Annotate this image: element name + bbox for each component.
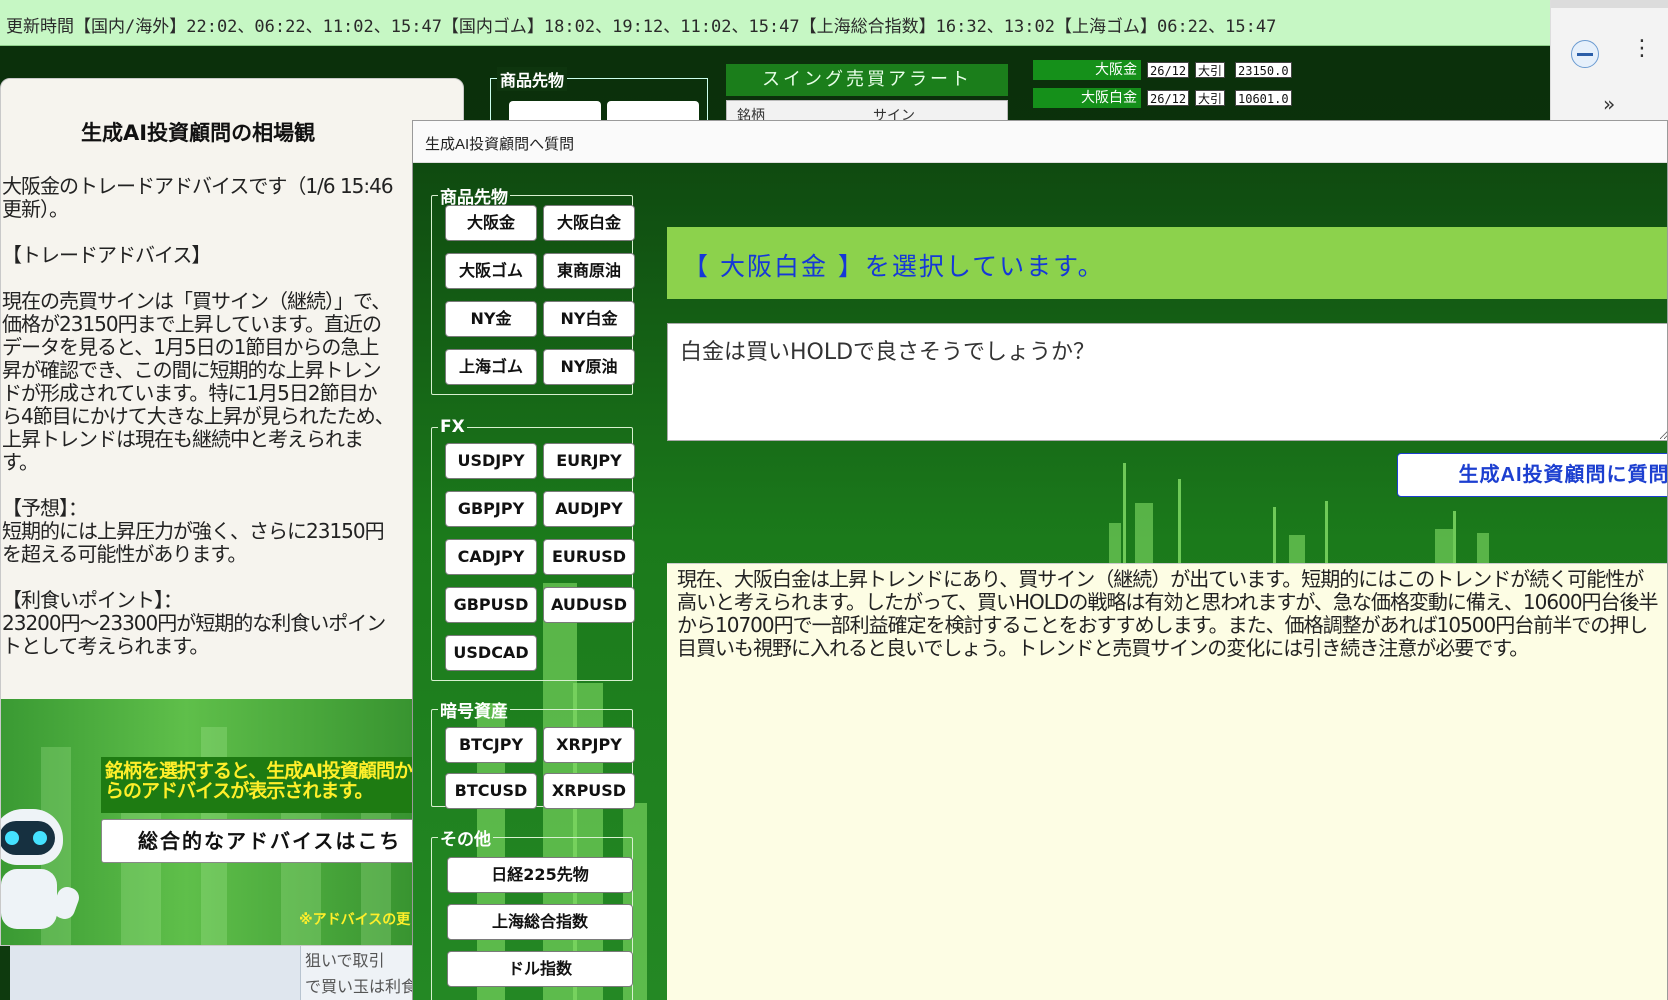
selected-symbol-text: 【 大阪白金 】を選択しています。 (683, 252, 1105, 281)
dollar-index-button[interactable]: ドル指数 (447, 951, 633, 987)
extension-icon[interactable] (1571, 40, 1599, 68)
eurjpy-button[interactable]: EURJPY (543, 443, 635, 479)
browser-extension-strip: ⋮ » (1550, 0, 1668, 122)
shanghai-rubber-button[interactable]: 上海ゴム (445, 349, 537, 385)
cadjpy-button[interactable]: CADJPY (445, 539, 537, 575)
price-kind: 大引 (1195, 62, 1226, 78)
price-month: 26/12 (1147, 62, 1190, 78)
market-view-body: 大阪金のトレードアドバイスです（1/6 15:46更新）。 【トレードアドバイス… (2, 174, 395, 658)
osaka-gold-button[interactable]: 大阪金 (445, 205, 537, 241)
update-time-ticker: 更新時間【国内/海外】22:02、06:22、11:02、15:47【国内ゴム】… (0, 0, 1550, 46)
robot-mascot-icon (1, 809, 89, 945)
more-menu-icon[interactable]: ⋮ (1631, 38, 1653, 60)
crypto-legend: 暗号資産 (440, 702, 508, 722)
usdcad-button[interactable]: USDCAD (445, 635, 537, 671)
bg-commodities-legend: 商品先物 (497, 67, 568, 91)
audjpy-button[interactable]: AUDJPY (543, 491, 635, 527)
expand-chevron-icon[interactable]: » (1603, 92, 1615, 116)
background-panel: 狙いで取引 で買い玉は利食い (10, 946, 430, 1000)
market-view-window: 生成AI投資顧問の相場観 大阪金のトレードアドバイスです（1/6 15:46更新… (0, 78, 464, 946)
ask-ai-advisor-button[interactable]: 生成AI投資顧問に質問 (1397, 453, 1667, 497)
xrpjpy-button[interactable]: XRPJPY (543, 727, 635, 763)
xrpusd-button[interactable]: XRPUSD (543, 773, 635, 809)
overall-advice-button[interactable]: 総合的なアドバイスはこち (101, 819, 463, 863)
price-name: 大阪金 (1033, 60, 1141, 80)
selected-symbol-banner: 【 大阪白金 】を選択しています。 (667, 227, 1667, 299)
tocom-crude-button[interactable]: 東商原油 (543, 253, 635, 289)
price-kind: 大引 (1195, 90, 1226, 106)
osaka-platinum-button[interactable]: 大阪白金 (543, 205, 635, 241)
swing-alert-title: スイング売買アラート (726, 64, 1008, 96)
price-row-osaka-platinum: 大阪白金 26/12 大引 10601.0 (1033, 88, 1313, 108)
ny-gold-button[interactable]: NY金 (445, 301, 537, 337)
ai-question-dialog: 生成AI投資顧問へ質問 商品先物 大阪金 大阪白金 大阪ゴム 東商原油 NY金 … (412, 120, 1668, 1000)
window-frame (1551, 0, 1668, 8)
price-name: 大阪白金 (1033, 88, 1141, 108)
ny-platinum-button[interactable]: NY白金 (543, 301, 635, 337)
market-view-content: 生成AI投資顧問の相場観 大阪金のトレードアドバイスです（1/6 15:46更新… (1, 79, 401, 699)
eurusd-button[interactable]: EURUSD (543, 539, 635, 575)
price-row-osaka-gold: 大阪金 26/12 大引 23150.0 (1033, 60, 1313, 80)
btcusd-button[interactable]: BTCUSD (445, 773, 537, 809)
price-value: 10601.0 (1235, 90, 1292, 106)
question-input[interactable]: 白金は買いHOLDで良さそうでしょうか？ (667, 323, 1667, 441)
shanghai-composite-button[interactable]: 上海総合指数 (447, 904, 633, 940)
gbpusd-button[interactable]: GBPUSD (445, 587, 537, 623)
ny-crude-button[interactable]: NY原油 (543, 349, 635, 385)
ai-answer-output: 現在、大阪白金は上昇トレンドにあり、買サイン（継続）が出ています。短期的にはこの… (667, 563, 1667, 1000)
price-month: 26/12 (1147, 90, 1190, 106)
usdjpy-button[interactable]: USDJPY (445, 443, 537, 479)
market-view-title: 生成AI投資顧問の相場観 (81, 121, 316, 145)
dialog-title: 生成AI投資顧問へ質問 (413, 121, 1667, 163)
advice-instruction-message: 銘柄を選択すると、生成AI投資顧問か らのアドバイスが表示されます。 (101, 757, 463, 813)
advice-banner: 銘柄を選択すると、生成AI投資顧問か らのアドバイスが表示されます。 総合的なア… (1, 699, 463, 945)
advice-update-note: ※アドバイスの更 (299, 912, 411, 928)
btcjpy-button[interactable]: BTCJPY (445, 727, 537, 763)
background-panel-text: 狙いで取引 で買い玉は利食い (300, 946, 430, 1000)
audusd-button[interactable]: AUDUSD (543, 587, 635, 623)
fx-legend: FX (440, 417, 465, 437)
other-legend: その他 (440, 830, 491, 850)
osaka-rubber-button[interactable]: 大阪ゴム (445, 253, 537, 289)
price-value: 23150.0 (1235, 62, 1292, 78)
dialog-body: 商品先物 大阪金 大阪白金 大阪ゴム 東商原油 NY金 NY白金 上海ゴム NY… (413, 163, 1667, 1000)
nikkei225-futures-button[interactable]: 日経225先物 (447, 857, 633, 893)
gbpjpy-button[interactable]: GBPJPY (445, 491, 537, 527)
